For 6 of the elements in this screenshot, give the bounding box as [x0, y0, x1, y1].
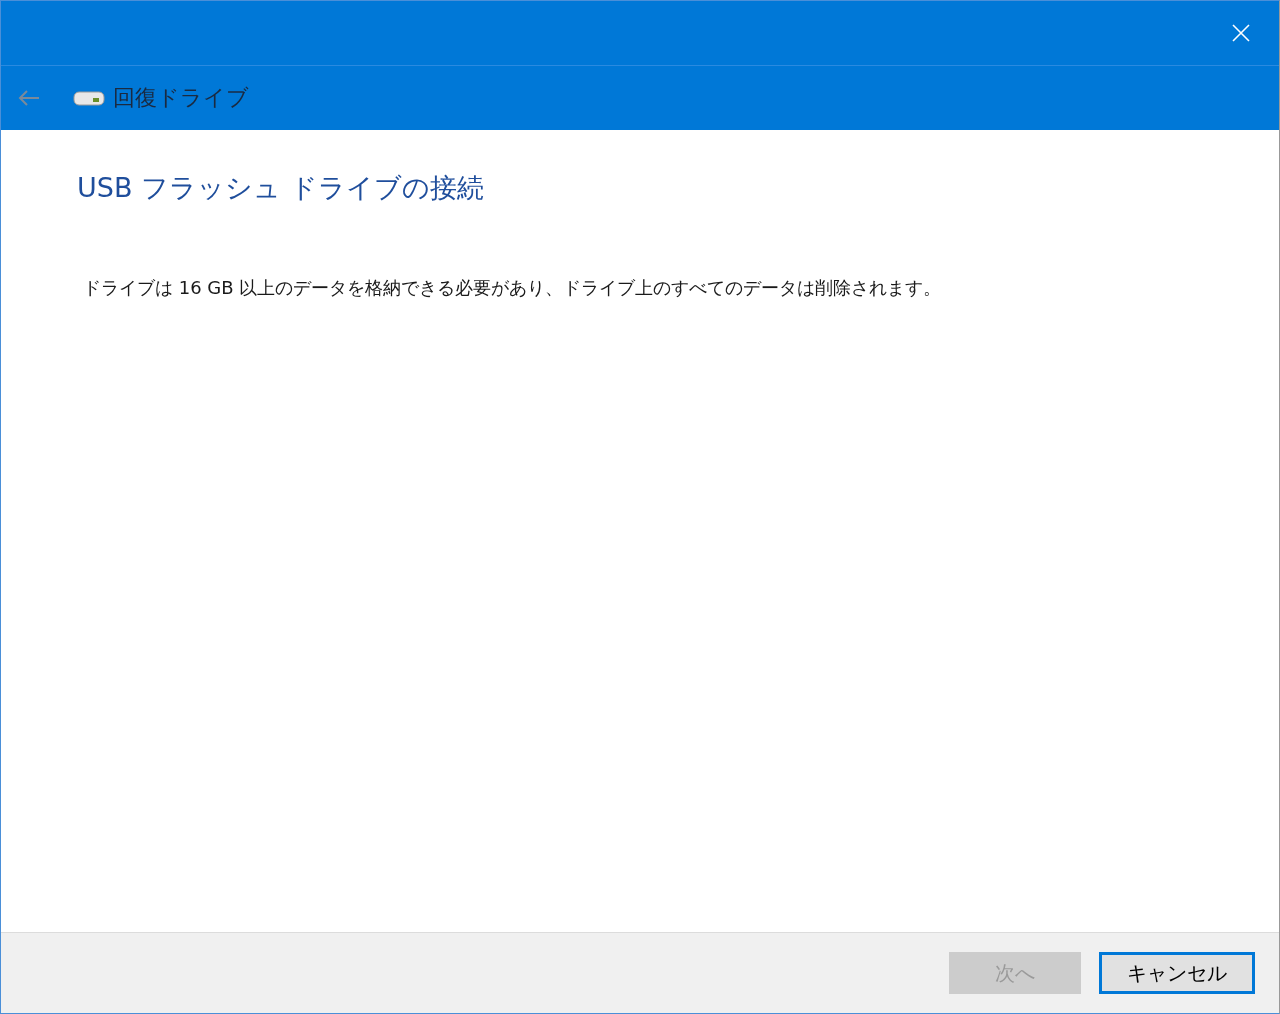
dialog-button[interactable]: キャンセル: [1099, 952, 1255, 994]
page-heading: USB フラッシュ ドライブの接続: [77, 171, 485, 205]
close-icon[interactable]: [1231, 23, 1251, 43]
window-title: 回復ドライブ: [113, 84, 249, 112]
drive-icon: [73, 89, 105, 107]
description-text: ドライブは 16 GB 以上のデータを格納できる必要があり、ドライブ上のすべてのデータは削除されます。: [83, 276, 943, 300]
